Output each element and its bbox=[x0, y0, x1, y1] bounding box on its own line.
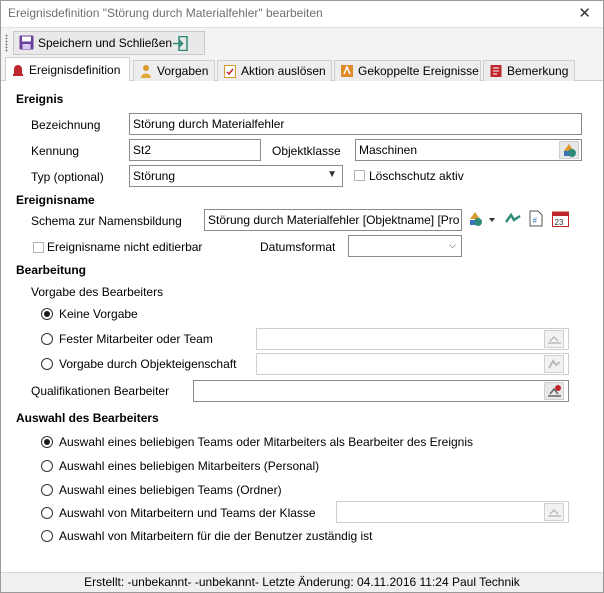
toolbar: Speichern und Schließen bbox=[1, 27, 603, 57]
save-icon bbox=[19, 35, 34, 50]
tab-label: Ereignisdefinition bbox=[29, 63, 121, 77]
schema-input[interactable]: Störung durch Materialfehler [Objektname… bbox=[204, 209, 462, 231]
radio-auswahl-mitarbeiter[interactable] bbox=[41, 460, 53, 472]
chevron-down-icon: ⌵ bbox=[449, 240, 456, 250]
toolbar-grip[interactable] bbox=[5, 34, 8, 52]
radio-objekteigenschaft-label: Vorgabe durch Objekteigenschaft bbox=[59, 357, 237, 371]
radio-auswahl-teams-mitarbeiter[interactable] bbox=[41, 436, 53, 448]
form-area: Ereignis Bezeichnung Störung durch Mater… bbox=[1, 81, 603, 572]
save-close-button[interactable]: Speichern und Schließen bbox=[13, 31, 205, 55]
tab-ereignisdefinition[interactable]: Ereignisdefinition bbox=[5, 57, 130, 82]
kennung-input[interactable]: St2 bbox=[129, 139, 261, 161]
tab-vorgaben[interactable]: Vorgaben bbox=[133, 60, 215, 81]
status-text: Erstellt: -unbekannt- -unbekannt- Letzte… bbox=[84, 575, 520, 589]
close-icon[interactable]: ✕ bbox=[578, 4, 591, 22]
checklist-icon bbox=[224, 65, 236, 78]
radio-auswahl-klasse[interactable] bbox=[41, 507, 53, 519]
tab-label: Vorgaben bbox=[157, 64, 209, 78]
title-bar: Ereignisdefinition "Störung durch Materi… bbox=[1, 1, 603, 27]
window-title: Ereignisdefinition "Störung durch Materi… bbox=[8, 6, 323, 20]
shapes-dropdown-icon[interactable] bbox=[469, 211, 497, 228]
picker-icon bbox=[548, 359, 561, 369]
vorgabe-label: Vorgabe des Bearbeiters bbox=[31, 285, 164, 299]
objektklasse-picker-button[interactable] bbox=[559, 141, 579, 159]
radio-auswahl-label: Auswahl von Mitarbeitern und Teams der K… bbox=[59, 506, 316, 520]
bezeichnung-label: Bezeichnung bbox=[31, 118, 101, 132]
klasse-picker-button bbox=[544, 503, 564, 521]
radio-keine-vorgabe[interactable] bbox=[41, 308, 53, 320]
linked-events-icon bbox=[341, 65, 353, 77]
chevron-down-icon: ▼ bbox=[327, 169, 337, 180]
section-bearbeitung: Bearbeitung bbox=[16, 263, 87, 277]
fester-mitarbeiter-input bbox=[256, 328, 569, 350]
number-field-icon[interactable]: # bbox=[529, 210, 543, 227]
qualifikationen-picker-button[interactable] bbox=[544, 382, 564, 400]
radio-auswahl-teams[interactable] bbox=[41, 484, 53, 496]
objekteigenschaft-picker-button bbox=[544, 355, 564, 373]
tab-label: Bemerkung bbox=[507, 64, 569, 78]
radio-auswahl-label: Auswahl von Mitarbeitern für die der Ben… bbox=[59, 529, 373, 543]
tab-bemerkung[interactable]: Bemerkung bbox=[483, 60, 575, 81]
datumsformat-select[interactable]: ⌵ bbox=[348, 235, 462, 257]
section-auswahl: Auswahl des Bearbeiters bbox=[16, 411, 159, 425]
tab-label: Gekoppelte Ereignisse bbox=[358, 64, 479, 78]
calendar-day: 23 bbox=[555, 218, 564, 227]
typ-label: Typ (optional) bbox=[31, 170, 104, 184]
radio-auswahl-label: Auswahl eines beliebigen Mitarbeiters (P… bbox=[59, 459, 320, 473]
section-ereignis: Ereignis bbox=[16, 92, 64, 106]
tab-bar: Ereignisdefinition Vorgaben Aktion auslö… bbox=[1, 57, 603, 82]
radio-keine-vorgabe-label: Keine Vorgabe bbox=[59, 307, 138, 321]
svg-text:#: # bbox=[533, 216, 538, 225]
fester-mitarbeiter-picker-button bbox=[544, 330, 564, 348]
qualifikationen-input[interactable] bbox=[193, 380, 569, 402]
save-close-label: Speichern und Schließen bbox=[38, 36, 173, 50]
datumsformat-label: Datumsformat bbox=[260, 240, 336, 254]
radio-fester-mitarbeiter[interactable] bbox=[41, 333, 53, 345]
bezeichnung-input[interactable]: Störung durch Materialfehler bbox=[129, 113, 582, 135]
objektklasse-label: Objektklasse bbox=[272, 144, 341, 158]
radio-objekteigenschaft[interactable] bbox=[41, 358, 53, 370]
radio-fester-mitarbeiter-label: Fester Mitarbeiter oder Team bbox=[59, 332, 213, 346]
picker-icon bbox=[548, 335, 561, 344]
tab-gekoppelte-ereignisse[interactable]: Gekoppelte Ereignisse bbox=[334, 60, 481, 81]
kennung-label: Kennung bbox=[31, 144, 80, 158]
objektklasse-input[interactable]: Maschinen bbox=[355, 139, 582, 161]
alarm-bell-icon bbox=[13, 65, 23, 76]
person-picker-icon bbox=[548, 385, 561, 397]
tab-aktion-ausloesen[interactable]: Aktion auslösen bbox=[217, 60, 332, 81]
section-ereignisname: Ereignisname bbox=[16, 193, 95, 207]
loeschschutz-checkbox[interactable] bbox=[354, 170, 365, 181]
qualifikationen-label: Qualifikationen Bearbeiter bbox=[31, 384, 170, 398]
nicht-editierbar-checkbox[interactable] bbox=[33, 242, 44, 253]
typ-value: Störung bbox=[133, 169, 176, 183]
objekteigenschaft-input bbox=[256, 353, 569, 375]
radio-auswahl-label: Auswahl eines beliebigen Teams (Ordner) bbox=[59, 483, 282, 497]
radio-auswahl-zustaendig[interactable] bbox=[41, 530, 53, 542]
radio-auswahl-label: Auswahl eines beliebigen Teams oder Mita… bbox=[59, 435, 473, 449]
status-bar: Erstellt: -unbekannt- -unbekannt- Letzte… bbox=[1, 572, 603, 592]
dialog-window: Ereignisdefinition "Störung durch Materi… bbox=[0, 0, 604, 593]
schema-label: Schema zur Namensbildung bbox=[31, 214, 182, 228]
klasse-input bbox=[336, 501, 569, 523]
person-icon bbox=[141, 65, 151, 78]
note-book-icon bbox=[490, 65, 502, 77]
insert-field-icon[interactable] bbox=[505, 212, 521, 227]
picker-icon bbox=[548, 508, 561, 517]
tab-label: Aktion auslösen bbox=[241, 64, 326, 78]
loeschschutz-label: Löschschutz aktiv bbox=[369, 169, 464, 183]
objektklasse-value: Maschinen bbox=[359, 143, 418, 157]
nicht-editierbar-label: Ereignisname nicht editierbar bbox=[47, 240, 203, 254]
exit-icon bbox=[173, 36, 188, 51]
shapes-icon bbox=[564, 144, 576, 157]
calendar-icon[interactable]: 23 bbox=[552, 210, 569, 227]
typ-select[interactable]: Störung ▼ bbox=[129, 165, 343, 187]
